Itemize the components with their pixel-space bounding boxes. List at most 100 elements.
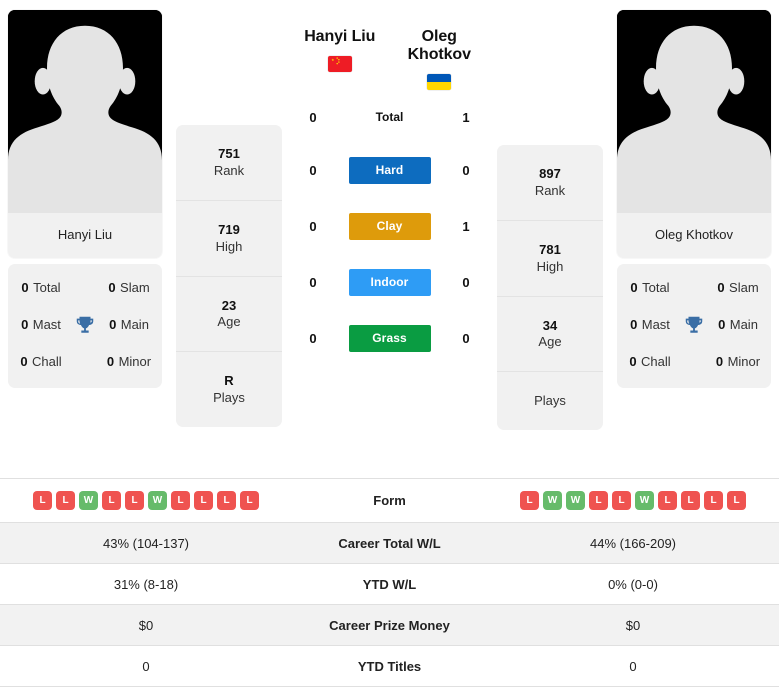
left-player-photo-card[interactable]: Hanyi Liu bbox=[8, 10, 162, 258]
head-to-head-column: Hanyi Liu Oleg Khotkov 0 Total 1 0 Hard … bbox=[288, 10, 491, 366]
left-titles-slam: 0 Slam bbox=[102, 278, 156, 298]
left-player-rank-column: 751 Rank 719 High 23 Age R Plays bbox=[170, 125, 288, 428]
right-plays-cell: Plays bbox=[497, 372, 603, 430]
player-comparison-section: Hanyi Liu 0 Total 0 Slam 0 Mast 0 Main 0… bbox=[0, 0, 779, 478]
left-form-cell: LLWLLWLLLL bbox=[0, 478, 292, 523]
left-player-rank-card: 751 Rank 719 High 23 Age R Plays bbox=[176, 125, 282, 428]
left-plays-label: Plays bbox=[213, 390, 245, 406]
h2h-hard-badge[interactable]: Hard bbox=[348, 156, 431, 184]
left-plays-cell: R Plays bbox=[176, 352, 282, 427]
left-titles-mast: 0 Mast bbox=[14, 315, 68, 335]
left-titles-minor: 0 Minor bbox=[102, 352, 156, 372]
table-row-ytd-wl: 31% (8-18) YTD W/L 0% (0-0) bbox=[0, 563, 779, 605]
right-plays-label: Plays bbox=[534, 393, 566, 409]
h2h-grass-right: 0 bbox=[462, 330, 470, 346]
left-high-value: 719 bbox=[218, 221, 240, 237]
left-player-titles-card: 0 Total 0 Slam 0 Mast 0 Main 0 Chall 0 M… bbox=[8, 264, 162, 388]
right-form-cell: LWWLLWLLLL bbox=[487, 478, 779, 523]
h2h-row-indoor: 0 Indoor 0 bbox=[290, 254, 489, 310]
table-row-form: LLWLLWLLLL Form LWWLLWLLLL bbox=[0, 478, 779, 523]
h2h-row-total: 0 Total 1 bbox=[290, 92, 489, 142]
form-badge-loss[interactable]: L bbox=[102, 491, 121, 510]
form-badge-win[interactable]: W bbox=[635, 491, 654, 510]
right-titles-mast: 0 Mast bbox=[623, 315, 677, 335]
h2h-indoor-badge[interactable]: Indoor bbox=[348, 268, 431, 296]
form-badge-loss[interactable]: L bbox=[33, 491, 52, 510]
left-player-photo-column: Hanyi Liu 0 Total 0 Slam 0 Mast 0 Main 0… bbox=[0, 10, 170, 388]
left-career-prize-money: $0 bbox=[0, 604, 292, 646]
left-titles-total: 0 Total bbox=[14, 278, 68, 298]
form-badge-loss[interactable]: L bbox=[171, 491, 190, 510]
left-player-photo-caption: Hanyi Liu bbox=[8, 213, 162, 258]
left-titles-mast-value: 0 bbox=[21, 317, 29, 332]
h2h-clay-badge[interactable]: Clay bbox=[348, 212, 431, 240]
ua-flag-icon bbox=[427, 74, 452, 90]
left-rank-cell: 751 Rank bbox=[176, 125, 282, 201]
right-titles-main-value: 0 bbox=[718, 317, 726, 332]
h2h-indoor-left: 0 bbox=[309, 274, 317, 290]
right-titles-main-label: Main bbox=[729, 317, 758, 332]
right-form-strip: LWWLLWLLLL bbox=[491, 491, 775, 510]
right-player-header[interactable]: Oleg Khotkov bbox=[390, 28, 490, 90]
right-high-label: High bbox=[536, 258, 564, 274]
left-rank-label: Rank bbox=[213, 162, 245, 178]
h2h-row-hard: 0 Hard 0 bbox=[290, 142, 489, 198]
h2h-hard-left: 0 bbox=[309, 162, 317, 178]
table-row-career-total-wl: 43% (104-137) Career Total W/L 44% (166-… bbox=[0, 522, 779, 564]
form-badge-loss[interactable]: L bbox=[704, 491, 723, 510]
right-titles-mast-value: 0 bbox=[630, 317, 638, 332]
left-titles-total-value: 0 bbox=[21, 280, 29, 295]
left-titles-chall: 0 Chall bbox=[14, 352, 68, 372]
left-titles-main-value: 0 bbox=[109, 317, 117, 332]
right-rank-value: 897 bbox=[539, 166, 561, 181]
right-titles-slam: 0 Slam bbox=[711, 278, 765, 298]
left-titles-main: 0 Main bbox=[102, 315, 156, 335]
left-high-cell: 719 High bbox=[176, 201, 282, 277]
h2h-clay-left: 0 bbox=[309, 218, 317, 234]
row-label-career-total-wl: Career Total W/L bbox=[292, 522, 487, 564]
form-badge-loss[interactable]: L bbox=[612, 491, 631, 510]
right-ytd-wl: 0% (0-0) bbox=[487, 563, 779, 605]
right-titles-slam-label: Slam bbox=[729, 280, 759, 295]
right-player-rank-card: 897 Rank 781 High 34 Age Plays bbox=[497, 145, 603, 431]
h2h-total-label: Total bbox=[375, 109, 404, 124]
right-titles-mast-label: Mast bbox=[641, 317, 670, 332]
form-badge-loss[interactable]: L bbox=[240, 491, 259, 510]
form-badge-loss[interactable]: L bbox=[520, 491, 539, 510]
right-rank-cell: 897 Rank bbox=[497, 145, 603, 221]
left-titles-mast-label: Mast bbox=[32, 317, 61, 332]
form-badge-loss[interactable]: L bbox=[681, 491, 700, 510]
trophy-icon bbox=[68, 314, 102, 336]
left-player-avatar bbox=[8, 10, 162, 213]
form-badge-loss[interactable]: L bbox=[217, 491, 236, 510]
right-titles-minor-label: Minor bbox=[727, 354, 761, 369]
h2h-total-right: 1 bbox=[462, 109, 470, 125]
left-ytd-titles: 0 bbox=[0, 645, 292, 687]
right-titles-total-label: Total bbox=[642, 280, 670, 295]
right-player-photo-card[interactable]: Oleg Khotkov bbox=[617, 10, 771, 258]
player-names-row: Hanyi Liu Oleg Khotkov bbox=[290, 10, 489, 90]
h2h-grass-badge[interactable]: Grass bbox=[348, 324, 431, 352]
left-form-strip: LLWLLWLLLL bbox=[4, 491, 288, 510]
row-label-form: Form bbox=[292, 478, 487, 523]
left-player-header[interactable]: Hanyi Liu bbox=[290, 28, 390, 72]
right-titles-chall-label: Chall bbox=[641, 354, 671, 369]
form-badge-loss[interactable]: L bbox=[56, 491, 75, 510]
h2h-row-grass: 0 Grass 0 bbox=[290, 310, 489, 366]
right-ytd-titles: 0 bbox=[487, 645, 779, 687]
h2h-clay-right: 1 bbox=[462, 218, 470, 234]
right-age-value: 34 bbox=[542, 317, 558, 333]
form-badge-loss[interactable]: L bbox=[589, 491, 608, 510]
form-badge-loss[interactable]: L bbox=[658, 491, 677, 510]
form-badge-win[interactable]: W bbox=[543, 491, 562, 510]
form-badge-win[interactable]: W bbox=[148, 491, 167, 510]
form-badge-win[interactable]: W bbox=[79, 491, 98, 510]
form-badge-win[interactable]: W bbox=[566, 491, 585, 510]
right-career-total-wl: 44% (166-209) bbox=[487, 522, 779, 564]
form-badge-loss[interactable]: L bbox=[727, 491, 746, 510]
right-titles-chall: 0 Chall bbox=[623, 352, 677, 372]
form-badge-loss[interactable]: L bbox=[125, 491, 144, 510]
row-label-ytd-wl: YTD W/L bbox=[292, 563, 487, 605]
left-titles-chall-value: 0 bbox=[20, 354, 28, 369]
form-badge-loss[interactable]: L bbox=[194, 491, 213, 510]
